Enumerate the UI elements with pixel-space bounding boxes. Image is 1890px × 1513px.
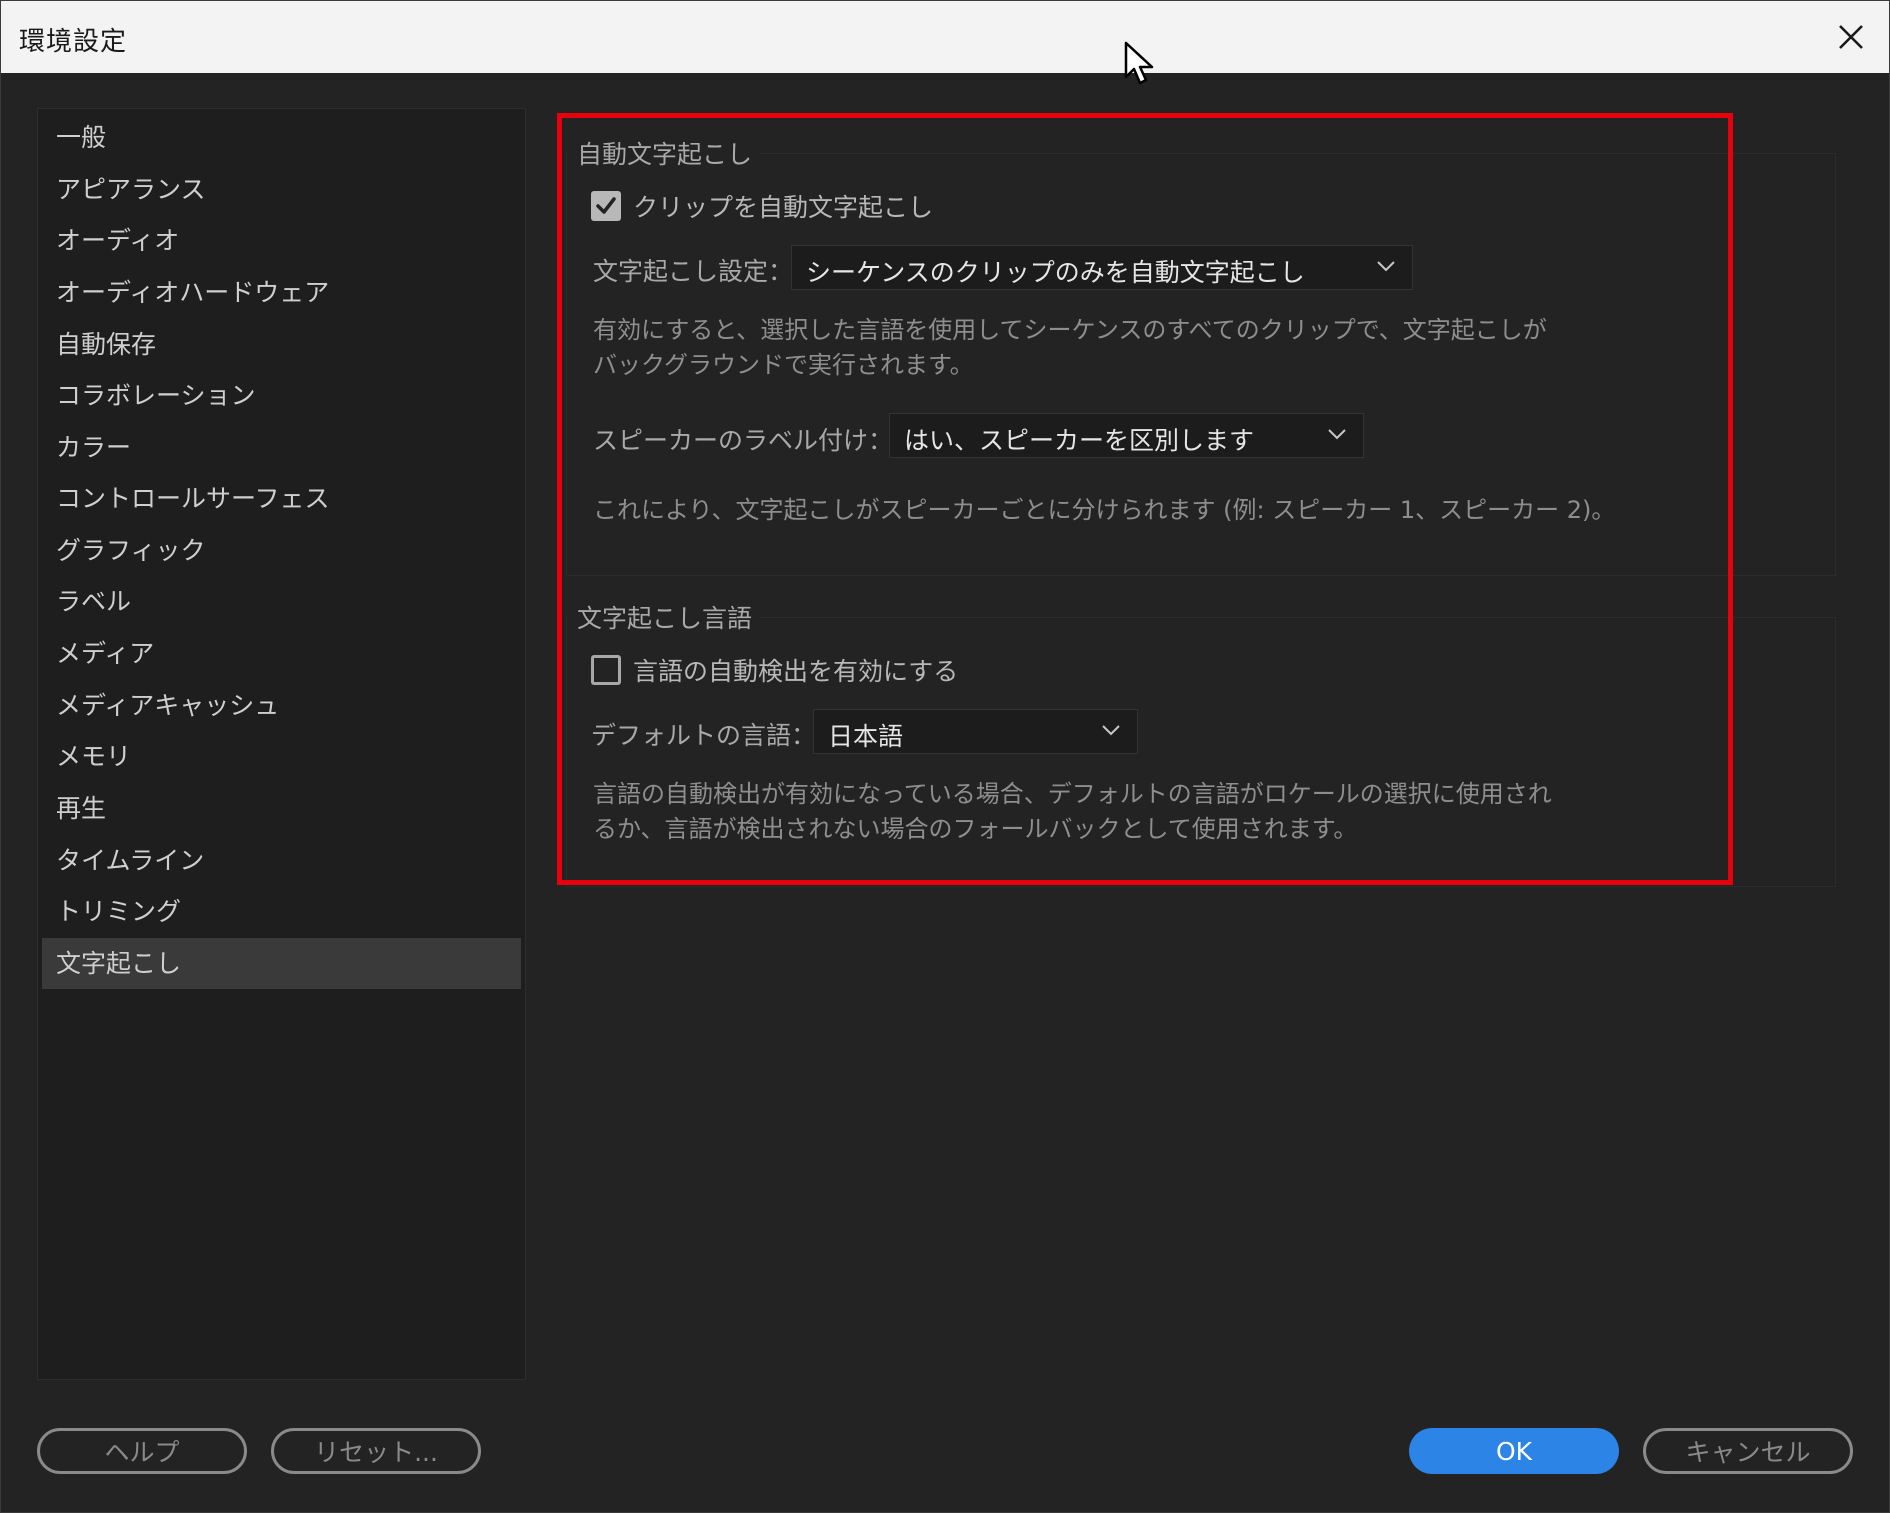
sidebar-item-audio-hardware[interactable]: オーディオハードウェア	[42, 267, 521, 318]
sidebar-item-color[interactable]: カラー	[42, 422, 521, 473]
sidebar-item-transcription[interactable]: 文字起こし	[42, 938, 521, 989]
sidebar-item-graphics[interactable]: グラフィック	[42, 525, 521, 576]
sidebar-item-media-cache[interactable]: メディアキャッシュ	[42, 680, 521, 731]
ok-button[interactable]: OK	[1409, 1428, 1619, 1474]
sidebar-item-collaboration[interactable]: コラボレーション	[42, 370, 521, 421]
close-icon	[1839, 25, 1863, 49]
sidebar-item-general[interactable]: 一般	[42, 112, 521, 163]
sidebar-item-playback[interactable]: 再生	[42, 783, 521, 834]
sidebar-item-appearance[interactable]: アピアランス	[42, 164, 521, 215]
preferences-dialog: 環境設定 一般 アピアランス オーディオ オーディオハードウェア 自動保存 コラ…	[0, 0, 1890, 1513]
help-button[interactable]: ヘルプ	[37, 1428, 247, 1474]
highlight-box	[557, 113, 1733, 885]
sidebar-item-memory[interactable]: メモリ	[42, 731, 521, 782]
sidebar-item-audio[interactable]: オーディオ	[42, 215, 521, 266]
sidebar-item-control-surface[interactable]: コントロールサーフェス	[42, 473, 521, 524]
sidebar-item-trimming[interactable]: トリミング	[42, 886, 521, 937]
reset-button[interactable]: リセット...	[271, 1428, 481, 1474]
mouse-cursor-icon	[1124, 41, 1154, 85]
sidebar-item-media[interactable]: メディア	[42, 628, 521, 679]
sidebar: 一般 アピアランス オーディオ オーディオハードウェア 自動保存 コラボレーショ…	[37, 108, 526, 1380]
sidebar-item-labels[interactable]: ラベル	[42, 576, 521, 627]
cancel-button[interactable]: キャンセル	[1643, 1428, 1853, 1474]
sidebar-item-timeline[interactable]: タイムライン	[42, 835, 521, 886]
close-button[interactable]	[1823, 11, 1879, 63]
title-bar: 環境設定	[1, 1, 1889, 73]
sidebar-item-auto-save[interactable]: 自動保存	[42, 319, 521, 370]
window-title: 環境設定	[19, 27, 128, 57]
